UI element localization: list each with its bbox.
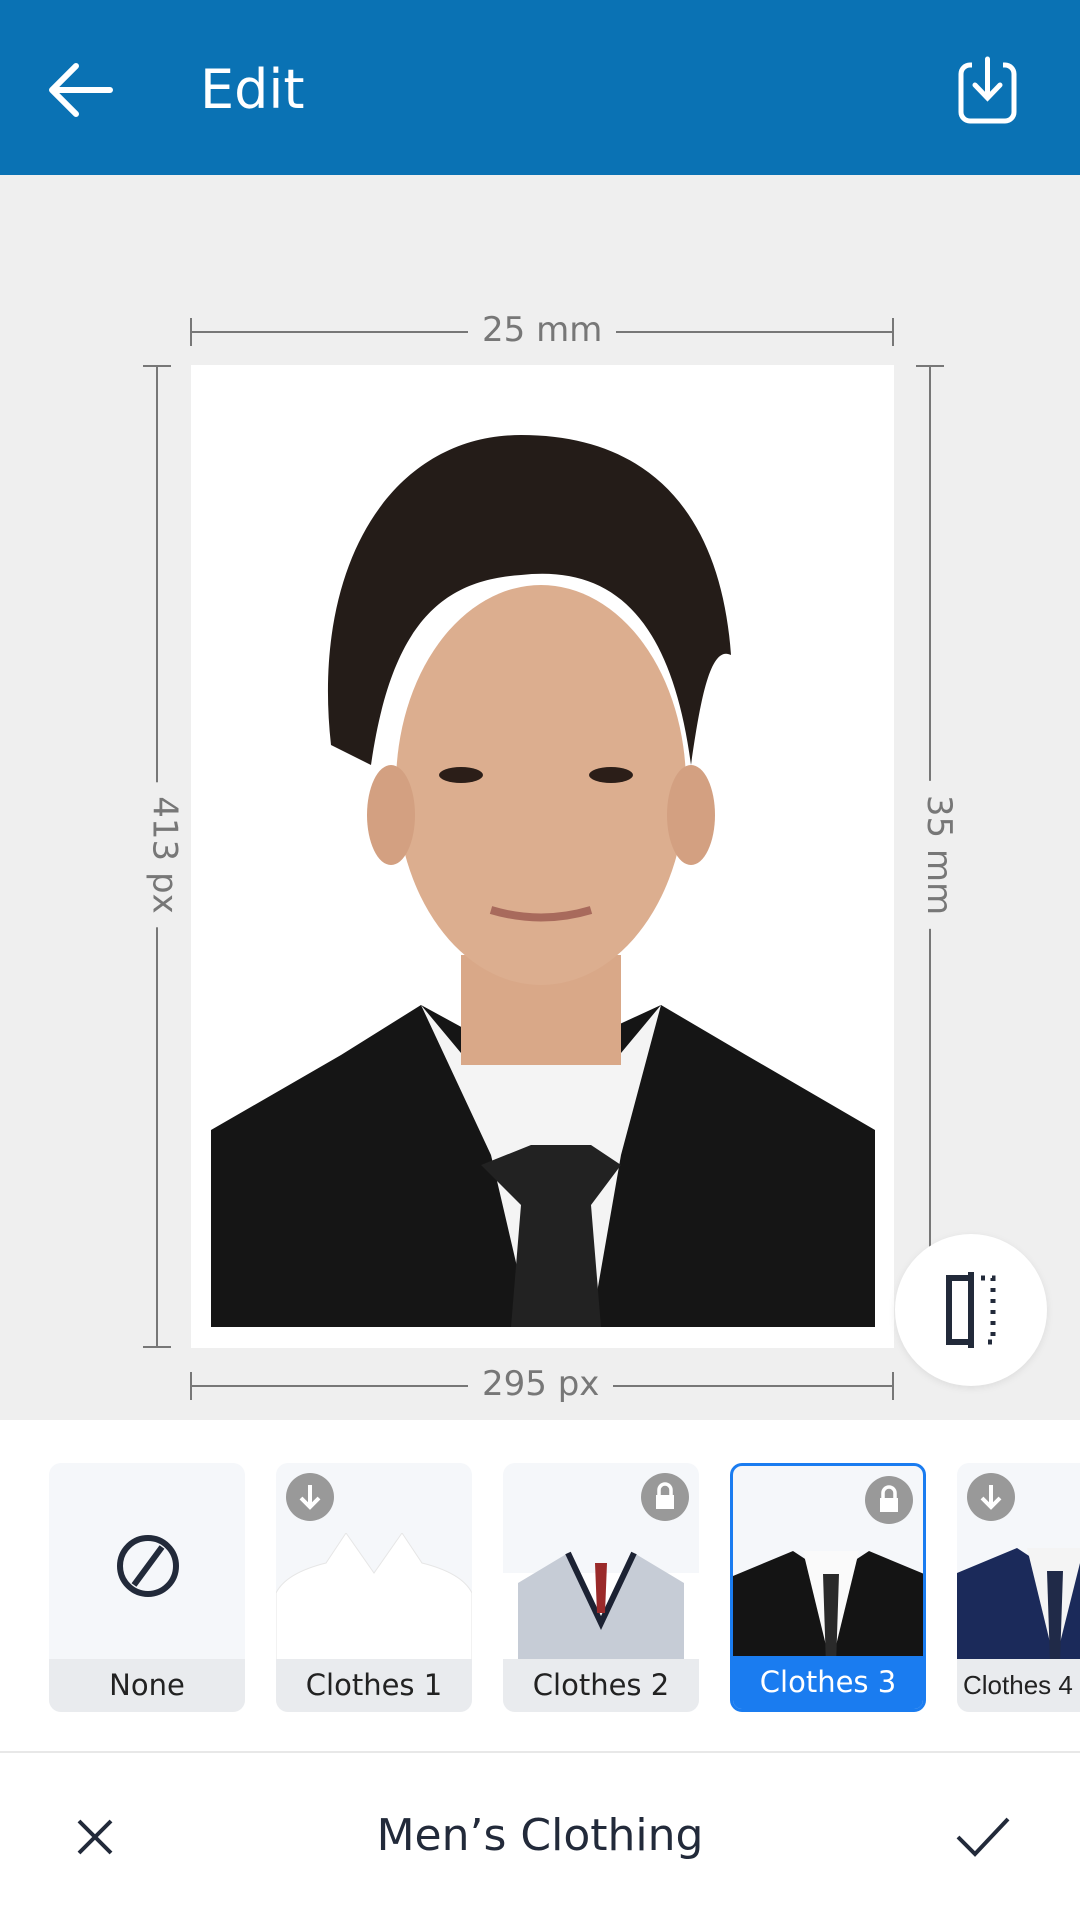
clothes-label: Clothes 4 — [957, 1659, 1080, 1712]
dimension-tick — [190, 318, 192, 346]
app-header: Edit — [0, 0, 1080, 175]
lock-icon — [865, 1476, 913, 1524]
divider — [0, 1751, 1080, 1753]
width-mm-label: 25 mm — [468, 310, 617, 350]
clothes-label: None — [49, 1659, 245, 1712]
page-title: Edit — [200, 58, 305, 121]
dimension-tick — [916, 365, 944, 367]
clothes-option-1[interactable]: Clothes 1 — [276, 1463, 472, 1712]
download-badge-icon — [286, 1473, 334, 1521]
back-arrow-icon[interactable] — [40, 50, 120, 130]
clothes-option-none[interactable]: None — [49, 1463, 245, 1712]
height-px-label: 413 px — [144, 782, 185, 928]
clothes-label: Clothes 3 — [733, 1656, 923, 1709]
none-icon — [117, 1535, 179, 1597]
dimension-tick — [892, 318, 894, 346]
clothes-option-3[interactable]: Clothes 3 — [730, 1463, 926, 1712]
dimension-tick — [143, 1346, 171, 1348]
download-badge-icon — [967, 1473, 1015, 1521]
compare-button[interactable] — [895, 1234, 1047, 1386]
width-px-label: 295 px — [468, 1364, 614, 1404]
clothes-label: Clothes 1 — [276, 1659, 472, 1712]
navy-suit-thumbnail — [957, 1548, 1080, 1663]
white-shirt-thumbnail — [276, 1533, 472, 1663]
check-icon[interactable] — [955, 1815, 1011, 1859]
lock-icon — [641, 1473, 689, 1521]
download-icon[interactable] — [950, 55, 1025, 130]
black-suit-thumbnail — [733, 1551, 923, 1666]
clothes-label: Clothes 2 — [503, 1659, 699, 1712]
height-mm-label: 35 mm — [919, 780, 960, 930]
panel-title: Men’s Clothing — [376, 1810, 704, 1861]
dimension-tick — [143, 365, 171, 367]
clothes-option-2[interactable]: Clothes 2 — [503, 1463, 699, 1712]
dimension-tick — [190, 1372, 192, 1400]
dimension-tick — [892, 1372, 894, 1400]
clothes-option-4[interactable]: Clothes 4 — [957, 1463, 1080, 1712]
sweater-vest-thumbnail — [503, 1551, 699, 1663]
id-photo — [191, 365, 894, 1348]
compare-split-icon — [946, 1272, 996, 1348]
